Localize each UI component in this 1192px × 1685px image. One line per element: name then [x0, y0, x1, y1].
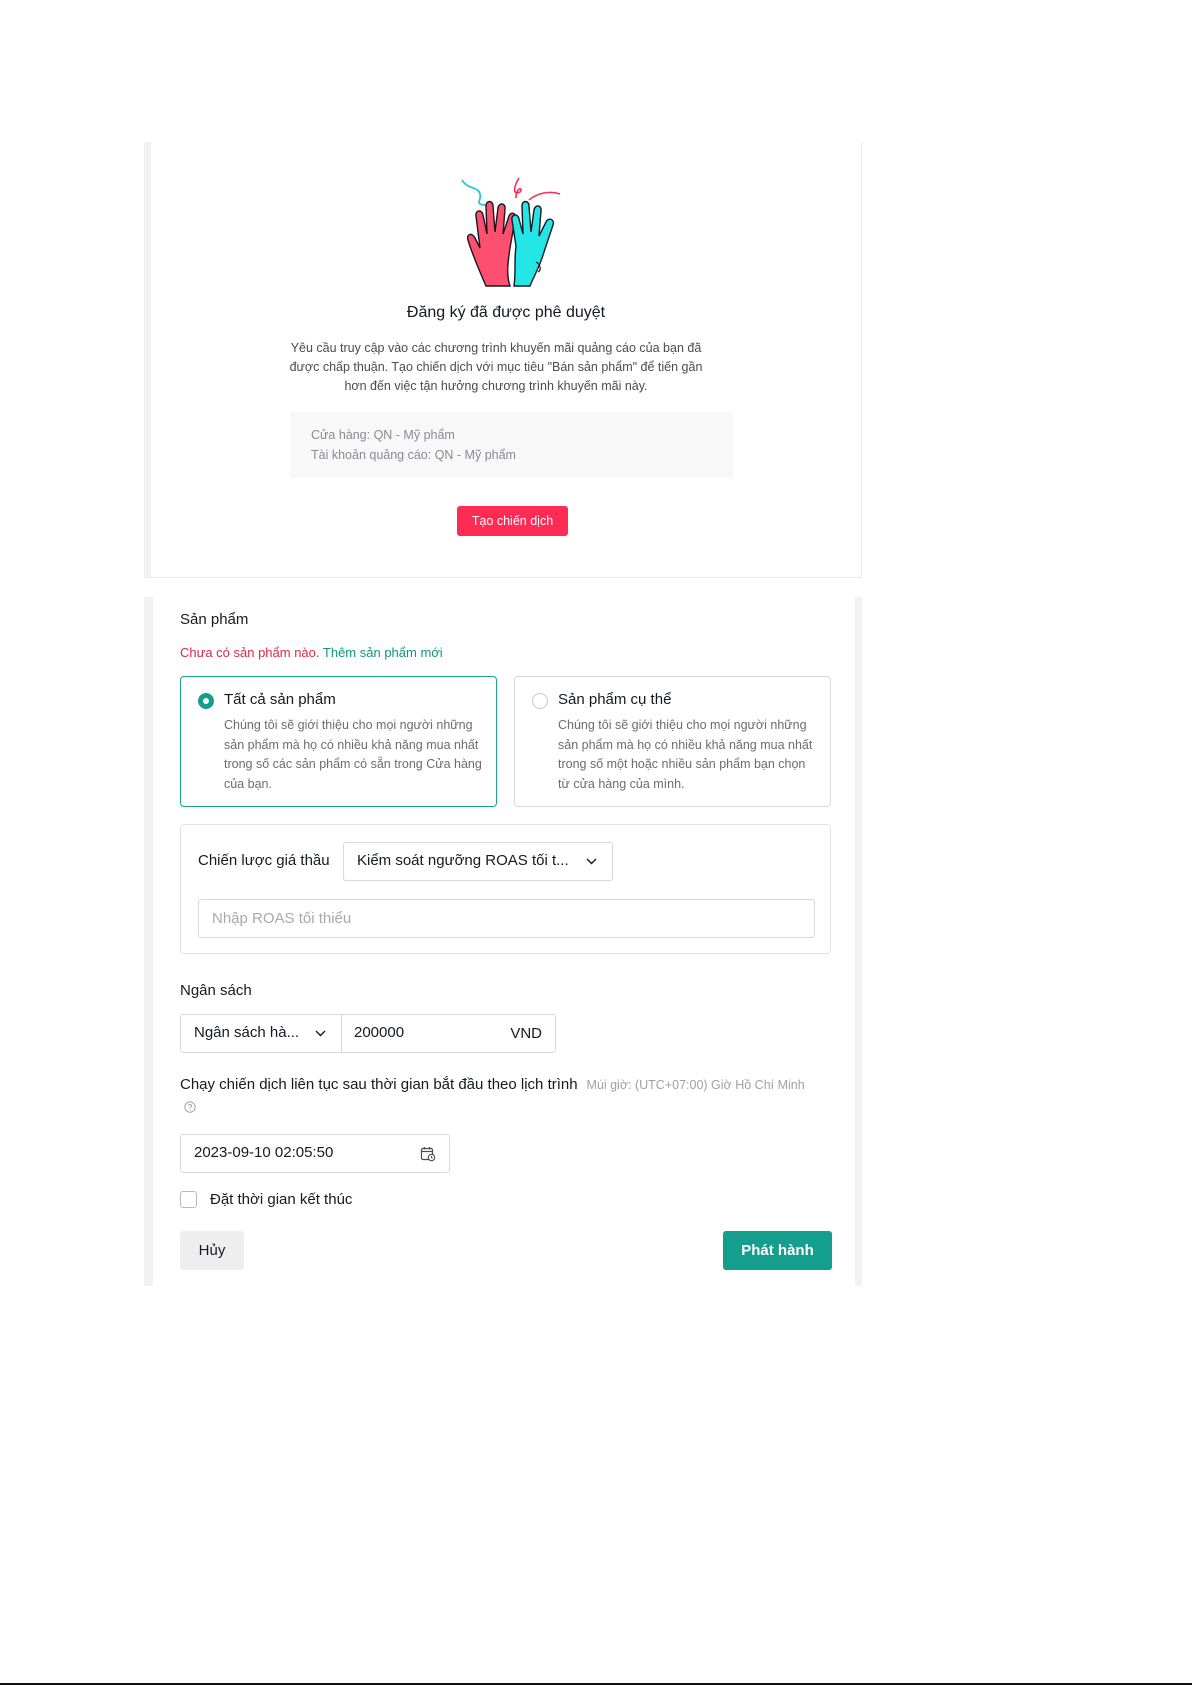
budget-section-label: Ngân sách: [180, 982, 252, 999]
add-new-product-link[interactable]: Thêm sản phẩm mới: [323, 645, 443, 660]
approval-description: Yêu cầu truy cập vào các chương trình kh…: [289, 341, 703, 393]
radio-all-products[interactable]: [198, 693, 214, 709]
help-icon[interactable]: [184, 1101, 196, 1113]
calendar-icon[interactable]: [420, 1146, 436, 1162]
option-all-products[interactable]: Tất cả sản phẩm Chúng tôi sẽ giới thiệu …: [180, 676, 497, 807]
bid-strategy-panel: Chiến lược giá thầu Kiểm soát ngưỡng ROA…: [180, 824, 831, 954]
schedule-label: Chạy chiến dịch liên tục sau thời gian b…: [180, 1076, 578, 1093]
create-campaign-button[interactable]: Tạo chiến dịch: [457, 506, 568, 536]
option-description: Chúng tôi sẽ giới thiệu cho mọi người nh…: [224, 718, 482, 791]
chevron-down-icon: [586, 858, 597, 865]
option-title: Tất cả sản phẩm: [224, 691, 336, 708]
start-datetime-picker[interactable]: [180, 1134, 450, 1173]
budget-amount-input[interactable]: [354, 1024, 494, 1041]
no-products-message: Chưa có sản phẩm nào. Thêm sản phẩm mới: [180, 645, 443, 660]
end-time-checkbox[interactable]: [180, 1191, 197, 1208]
bid-strategy-label: Chiến lược giá thầu: [198, 852, 330, 869]
chevron-down-icon: [315, 1030, 326, 1037]
high-five-hands-icon: [461, 177, 561, 287]
approval-title: Đăng ký đã được phê duyệt: [406, 304, 606, 321]
publish-button[interactable]: Phát hành: [723, 1231, 832, 1270]
start-datetime-input[interactable]: [194, 1144, 394, 1161]
min-roas-input[interactable]: [198, 899, 815, 938]
bid-strategy-value: Kiểm soát ngưỡng ROAS tối t...: [357, 852, 569, 869]
option-description: Chúng tôi sẽ giới thiệu cho mọi người nh…: [558, 718, 813, 791]
cancel-button[interactable]: Hủy: [180, 1231, 244, 1270]
option-title: Sản phẩm cụ thể: [558, 691, 672, 708]
store-info: Cửa hàng: QN - Mỹ phẩm: [311, 428, 455, 442]
budget-amount-field: VND: [341, 1014, 556, 1053]
bid-strategy-select[interactable]: Kiểm soát ngưỡng ROAS tối t...: [343, 842, 613, 881]
campaign-form-card: Sản phẩm Chưa có sản phẩm nào. Thêm sản …: [144, 597, 862, 1286]
end-time-checkbox-label: Đặt thời gian kết thúc: [210, 1191, 353, 1208]
budget-type-value: Ngân sách hà...: [194, 1024, 300, 1041]
option-specific-products[interactable]: Sản phẩm cụ thể Chúng tôi sẽ giới thiệu …: [514, 676, 831, 807]
budget-type-select[interactable]: Ngân sách hà...: [180, 1014, 342, 1053]
radio-specific-products[interactable]: [532, 693, 548, 709]
approval-card: Đăng ký đã được phê duyệt Yêu cầu truy c…: [144, 142, 862, 578]
no-products-text: Chưa có sản phẩm nào.: [180, 645, 320, 660]
schedule-label-block: Chạy chiến dịch liên tục sau thời gian b…: [180, 1074, 810, 1118]
account-info-box: Cửa hàng: QN - Mỹ phẩm Tài khoản quảng c…: [290, 412, 733, 478]
currency-label: VND: [510, 1025, 542, 1042]
ad-account-info: Tài khoản quảng cáo: QN - Mỹ phẩm: [311, 448, 516, 462]
timezone-note: Múi giờ: (UTC+07:00) Giờ Hồ Chí Minh: [586, 1078, 805, 1092]
products-section-label: Sản phẩm: [180, 611, 249, 628]
